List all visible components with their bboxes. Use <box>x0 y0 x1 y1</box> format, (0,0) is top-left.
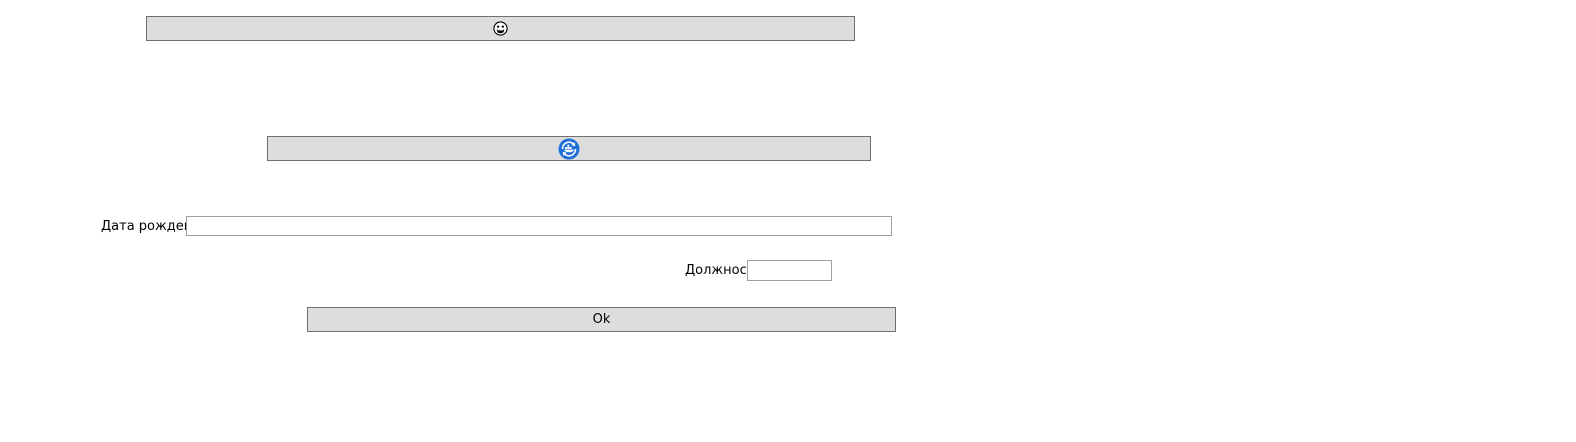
birthdate-field[interactable] <box>186 216 892 236</box>
ok-button[interactable]: Ok <box>307 307 896 332</box>
emoji-button[interactable] <box>146 16 855 41</box>
position-field[interactable] <box>747 260 832 281</box>
docker-refresh-icon <box>558 138 580 160</box>
grinning-face-icon <box>493 21 508 36</box>
refresh-button[interactable] <box>267 136 871 161</box>
ok-button-label: Ok <box>592 312 611 327</box>
